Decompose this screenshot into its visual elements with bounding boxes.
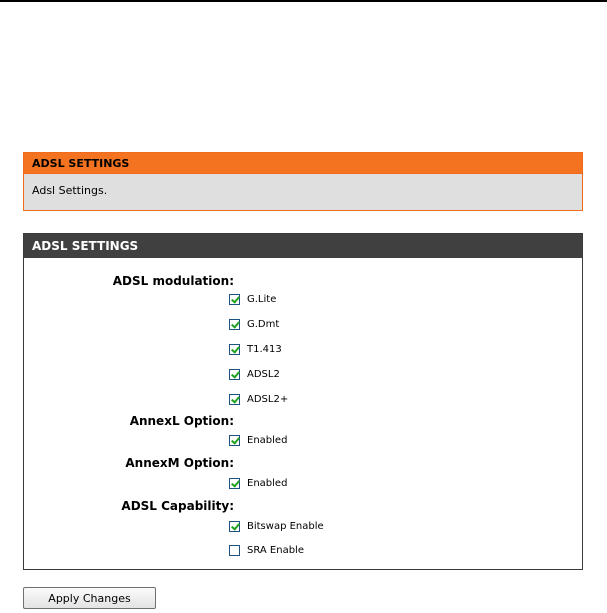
glite-checkbox[interactable] — [229, 293, 240, 305]
info-panel-title: ADSL SETTINGS — [24, 153, 582, 174]
option-glite[interactable]: G.Lite — [229, 292, 276, 306]
adsl2plus-checkbox[interactable] — [229, 393, 240, 405]
t1413-label: T1.413 — [247, 343, 282, 355]
option-annexl-enabled[interactable]: Enabled — [229, 433, 287, 447]
annexm-enabled-label: Enabled — [247, 477, 288, 489]
settings-panel: ADSL SETTINGS ADSL modulation: G.Lite G.… — [23, 233, 583, 570]
glite-label: G.Lite — [247, 293, 277, 305]
annexm-option-label: AnnexM Option: — [125, 456, 234, 470]
option-adsl2[interactable]: ADSL2 — [229, 367, 280, 381]
annexl-enabled-label: Enabled — [247, 434, 288, 446]
adsl2-checkbox[interactable] — [229, 368, 240, 380]
adsl-modulation-label: ADSL modulation: — [112, 274, 234, 288]
settings-panel-title: ADSL SETTINGS — [24, 234, 582, 258]
adsl2-label: ADSL2 — [247, 368, 280, 380]
gdmt-checkbox[interactable] — [229, 318, 240, 330]
sra-checkbox[interactable] — [229, 544, 240, 556]
annexl-checkbox[interactable] — [229, 434, 240, 446]
t1413-checkbox[interactable] — [229, 343, 240, 355]
bitswap-checkbox[interactable] — [229, 520, 240, 532]
bitswap-label: Bitswap Enable — [247, 520, 324, 532]
option-t1413[interactable]: T1.413 — [229, 342, 282, 356]
adsl2plus-label: ADSL2+ — [247, 393, 289, 405]
option-annexm-enabled[interactable]: Enabled — [229, 476, 287, 490]
annexm-checkbox[interactable] — [229, 477, 240, 489]
sra-label: SRA Enable — [247, 544, 304, 556]
info-panel: ADSL SETTINGS Adsl Settings. — [23, 152, 583, 211]
apply-changes-button[interactable]: Apply Changes — [23, 587, 156, 609]
option-sra[interactable]: SRA Enable — [229, 543, 304, 557]
top-rule — [0, 0, 607, 2]
adsl-capability-label: ADSL Capability: — [121, 499, 234, 513]
info-panel-description: Adsl Settings. — [32, 184, 108, 197]
option-adsl2plus[interactable]: ADSL2+ — [229, 392, 288, 406]
gdmt-label: G.Dmt — [247, 318, 280, 330]
option-gdmt[interactable]: G.Dmt — [229, 317, 279, 331]
annexl-option-label: AnnexL Option: — [129, 414, 234, 428]
option-bitswap[interactable]: Bitswap Enable — [229, 519, 324, 533]
